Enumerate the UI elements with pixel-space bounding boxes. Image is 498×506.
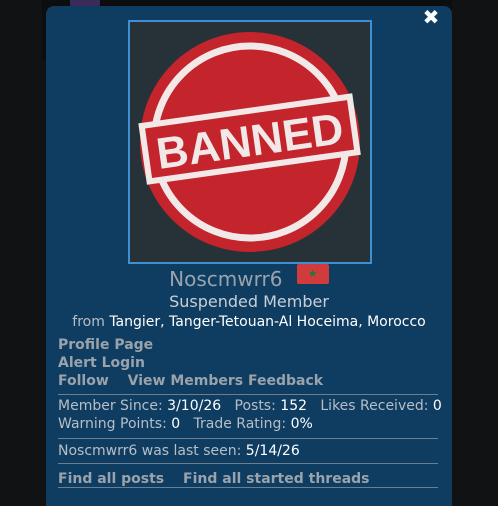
username: Noscmwrr6 [169,267,283,291]
member-since-value: 3/10/26 [167,398,222,414]
location: Tangier, Tanger-Tetouan-Al Hoceima, Moro… [109,314,426,330]
warning-value: 0 [171,416,181,432]
member-card-modal: ✖ BANNED Noscmwrr6 ★ Suspended Member fr… [46,6,452,506]
divider [58,438,438,439]
user-title: Suspended Member [169,292,329,311]
from-label: from [72,314,105,330]
trade-label: Trade Rating: [193,416,287,432]
divider [58,487,438,488]
trade-value: 0% [290,416,313,432]
location-row: from Tangier, Tanger-Tetouan-Al Hoceima,… [46,314,452,330]
username-row: Noscmwrr6 ★ [46,264,452,291]
warning-label: Warning Points: [58,416,167,432]
alert-login-link[interactable]: Alert Login [58,355,145,371]
last-seen-label: Noscmwrr6 was last seen: [58,443,242,459]
divider [58,463,438,464]
last-seen-value: 5/14/26 [245,443,300,459]
last-seen-row: Noscmwrr6 was last seen: 5/14/26 [58,442,300,460]
likes-label: Likes Received: [320,398,429,414]
close-icon[interactable]: ✖ [420,6,442,28]
follow-link[interactable]: Follow [58,373,109,389]
avatar: BANNED [128,20,372,264]
likes-value: 0 [432,398,442,414]
member-links: Profile Page Alert Login Follow View Mem… [58,336,323,390]
divider [58,394,438,395]
stats-block: Member Since: 3/10/26 Posts: 152 Likes R… [58,397,442,433]
find-all-posts-link[interactable]: Find all posts [58,471,164,487]
profile-page-link[interactable]: Profile Page [58,337,153,353]
posts-value: 152 [280,398,308,414]
country-flag-icon: ★ [296,264,329,284]
posts-label: Posts: [234,398,276,414]
view-feedback-link[interactable]: View Members Feedback [128,373,323,389]
find-links: Find all posts Find all started threads [58,471,370,487]
banned-stamp-image: BANNED [138,32,361,252]
member-since-label: Member Since: [58,398,163,414]
find-all-threads-link[interactable]: Find all started threads [183,471,369,487]
